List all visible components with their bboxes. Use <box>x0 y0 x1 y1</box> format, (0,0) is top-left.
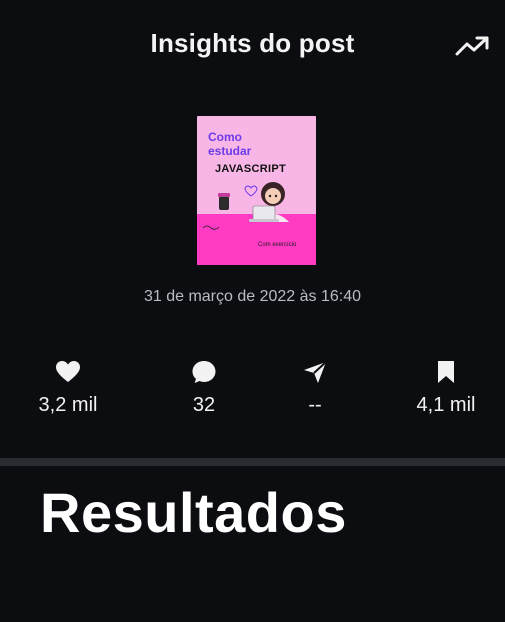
saves-count: 4,1 mil <box>416 394 476 416</box>
results-heading: Resultados <box>40 481 347 544</box>
heart-icon <box>56 361 80 382</box>
send-icon <box>304 361 327 383</box>
thumbnail-line-1: Como <box>208 130 242 144</box>
stat-likes[interactable]: 3,2 mil <box>8 360 128 417</box>
page-title: Insights do post <box>150 28 355 58</box>
stat-comments[interactable]: 32 <box>144 360 264 417</box>
likes-count: 3,2 mil <box>38 394 98 416</box>
post-date: 31 de março de 2022 às 16:40 <box>143 288 362 305</box>
comment-icon <box>192 361 216 383</box>
trending-up-icon[interactable] <box>455 34 491 58</box>
section-divider <box>0 458 505 466</box>
thumbnail-line-3: JAVASCRIPT <box>215 163 287 175</box>
bookmark-icon <box>438 361 454 383</box>
girl-with-laptop-illustration <box>202 182 289 230</box>
comments-count: 32 <box>192 394 216 416</box>
stat-saves[interactable]: 4,1 mil <box>386 360 505 417</box>
thumbnail-line-4: Com exercício <box>258 242 297 248</box>
shares-count: -- <box>308 394 322 416</box>
thumbnail-line-2: estudar <box>208 144 252 158</box>
post-thumbnail[interactable]: Como estudar JAVASCRIPT Com exercício <box>197 116 316 265</box>
stat-shares[interactable]: -- <box>255 360 375 417</box>
